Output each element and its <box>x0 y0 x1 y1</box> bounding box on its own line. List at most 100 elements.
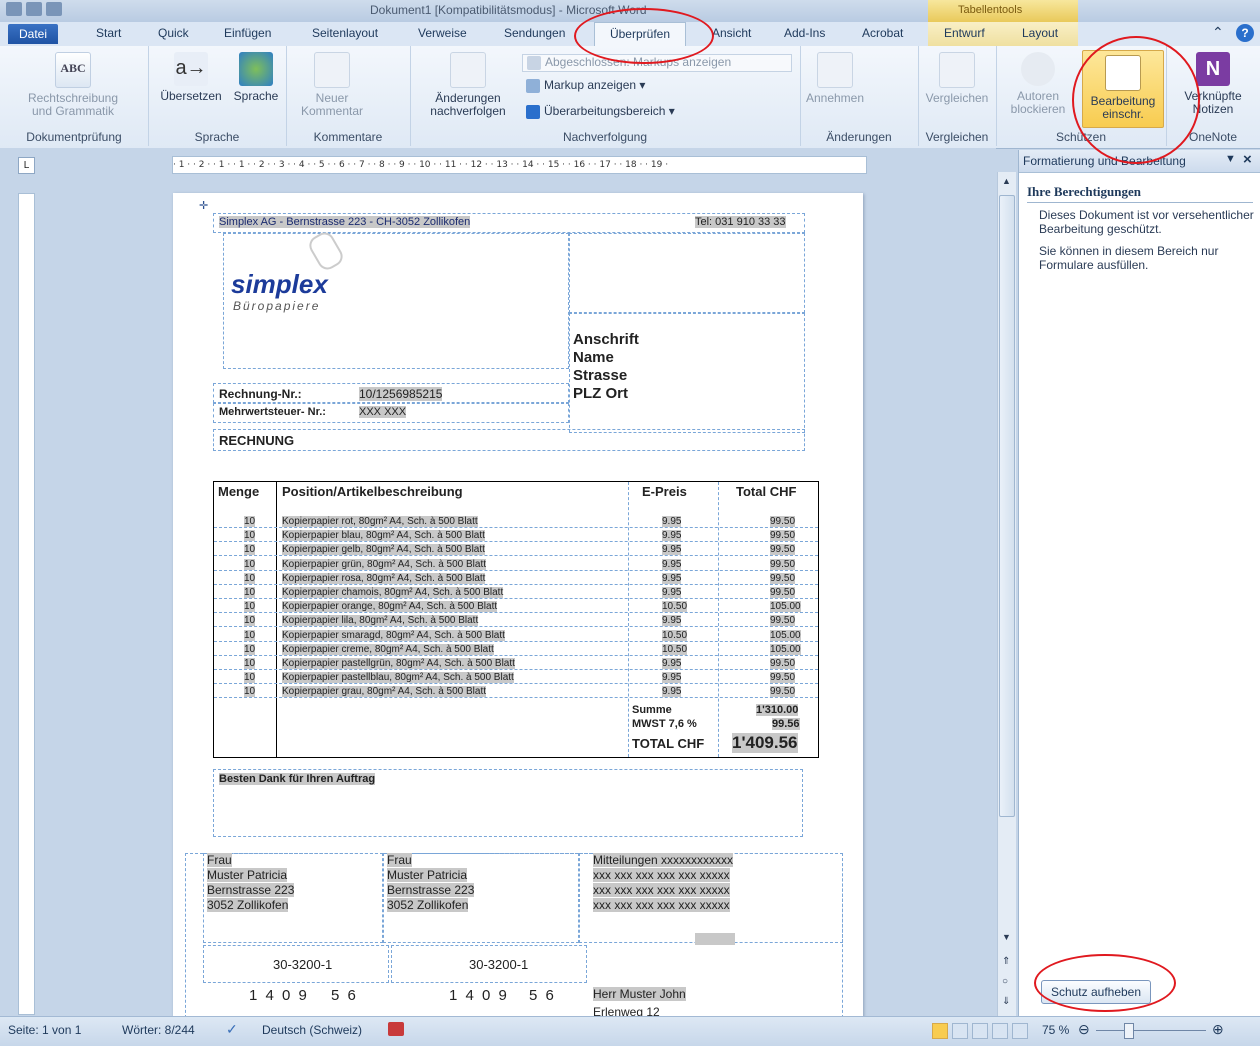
item-unit-price[interactable]: 9.95 <box>662 615 682 627</box>
tab-datei[interactable]: Datei <box>8 24 58 44</box>
slip-right-3[interactable]: xxx xxx xxx xxx xxx xxxxx <box>593 883 730 897</box>
item-description[interactable]: Kopierpapier blau, 80gm² A4, Sch. à 500 … <box>282 530 485 542</box>
item-description[interactable]: Kopierpapier orange, 80gm² A4, Sch. à 50… <box>282 601 498 613</box>
item-description[interactable]: Kopierpapier rosa, 80gm² A4, Sch. à 500 … <box>282 572 486 584</box>
slip-right-2[interactable]: xxx xxx xxx xxx xxx xxxxx <box>593 868 730 882</box>
track-changes-button[interactable]: Änderungen nachverfolgen <box>416 52 520 118</box>
tab-acrobat[interactable]: Acrobat <box>862 26 903 40</box>
tab-start[interactable]: Start <box>96 26 121 40</box>
zoom-slider[interactable] <box>1096 1030 1206 1031</box>
item-quantity[interactable]: 10 <box>244 672 256 684</box>
item-quantity[interactable]: 10 <box>244 629 256 641</box>
address-line-2[interactable]: Name <box>573 349 614 366</box>
item-total[interactable]: 105.00 <box>770 643 801 655</box>
item-unit-price[interactable]: 9.95 <box>662 672 682 684</box>
item-quantity[interactable]: 10 <box>244 530 256 542</box>
item-description[interactable]: Kopierpapier grau, 80gm² A4, Sch. à 500 … <box>282 686 487 698</box>
table-move-handle-icon[interactable]: ✛ <box>199 199 208 212</box>
slip-shaded-field[interactable] <box>695 933 735 945</box>
tab-layout[interactable]: Layout <box>1022 26 1058 40</box>
address-line-1[interactable]: Anschrift <box>573 331 639 349</box>
outline-icon[interactable] <box>992 1023 1008 1039</box>
item-unit-price[interactable]: 9.95 <box>662 516 682 527</box>
amount-cents-left[interactable]: 5 6 <box>331 987 358 1004</box>
scroll-down-icon[interactable]: ▼ <box>1002 932 1011 942</box>
show-markup-button[interactable]: Markup anzeigen ▾ <box>526 78 645 93</box>
item-total[interactable]: 99.50 <box>770 615 796 627</box>
web-layout-icon[interactable] <box>972 1023 988 1039</box>
item-description[interactable]: Kopierpapier chamois, 80gm² A4, Sch. à 5… <box>282 587 504 598</box>
thanks-text[interactable]: Besten Dank für Ihren Auftrag <box>219 773 376 785</box>
item-quantity[interactable]: 10 <box>244 544 256 556</box>
item-unit-price[interactable]: 10.50 <box>662 601 688 613</box>
zoom-in-icon[interactable]: ⊕ <box>1212 1021 1224 1038</box>
item-quantity[interactable]: 10 <box>244 658 256 669</box>
item-total[interactable]: 105.00 <box>770 601 801 613</box>
browse-object-icon[interactable]: ○ <box>1002 976 1008 987</box>
sum-value[interactable]: 1'310.00 <box>756 704 799 716</box>
vertical-ruler[interactable] <box>18 193 35 1015</box>
item-description[interactable]: Kopierpapier smaragd, 80gm² A4, Sch. à 5… <box>282 629 505 641</box>
item-quantity[interactable]: 10 <box>244 516 256 527</box>
item-total[interactable]: 99.50 <box>770 530 796 542</box>
tab-sendungen[interactable]: Sendungen <box>504 26 565 40</box>
review-pane-button[interactable]: Überarbeitungsbereich ▾ <box>526 104 675 119</box>
pane-close-icon[interactable]: × <box>1243 151 1252 168</box>
language-button[interactable]: Sprache <box>228 52 284 103</box>
word-icon[interactable] <box>6 2 22 16</box>
item-description[interactable]: Kopierpapier rot, 80gm² A4, Sch. à 500 B… <box>282 516 478 527</box>
item-unit-price[interactable]: 9.95 <box>662 572 682 584</box>
item-unit-price[interactable]: 10.50 <box>662 629 688 641</box>
item-total[interactable]: 105.00 <box>770 629 801 641</box>
slip-left-2[interactable]: Muster Patricia <box>207 868 288 882</box>
horizontal-ruler[interactable]: · 1 · · 2 · · 1 · · 1 · · 2 · · 3 · · 4 … <box>172 156 867 174</box>
item-unit-price[interactable]: 9.95 <box>662 686 682 698</box>
item-quantity[interactable]: 10 <box>244 601 256 613</box>
slip-left-3[interactable]: Bernstrasse 223 <box>207 883 295 897</box>
item-unit-price[interactable]: 9.95 <box>662 587 682 598</box>
macro-record-icon[interactable] <box>388 1022 404 1036</box>
invoice-number-field[interactable]: 10/1256985215 <box>359 387 443 401</box>
next-page-icon[interactable]: ⇓ <box>1002 996 1010 1007</box>
item-unit-price[interactable]: 9.95 <box>662 658 682 669</box>
item-description[interactable]: Kopierpapier pastellgrün, 80gm² A4, Sch.… <box>282 658 515 669</box>
amount-digits-left[interactable]: 1 4 0 9 <box>249 987 309 1004</box>
scroll-up-icon[interactable]: ▲ <box>1002 176 1011 186</box>
vat-number-field[interactable]: XXX XXX <box>359 406 407 418</box>
item-quantity[interactable]: 10 <box>244 643 256 655</box>
item-total[interactable]: 99.50 <box>770 516 796 527</box>
zoom-slider-thumb[interactable] <box>1124 1023 1134 1039</box>
translate-button[interactable]: a→ Übersetzen <box>158 52 224 103</box>
undo-icon[interactable] <box>46 2 62 16</box>
item-total[interactable]: 99.50 <box>770 572 796 584</box>
item-total[interactable]: 99.50 <box>770 558 796 570</box>
page-indicator[interactable]: Seite: 1 von 1 <box>8 1023 81 1037</box>
item-total[interactable]: 99.50 <box>770 672 796 684</box>
tab-add-ins[interactable]: Add-Ins <box>784 26 825 40</box>
zoom-level[interactable]: 75 % <box>1042 1023 1069 1037</box>
accept-button[interactable]: Annehmen <box>802 52 868 105</box>
total-value[interactable]: 1'409.56 <box>732 733 798 753</box>
address-line-4[interactable]: PLZ Ort <box>573 385 628 402</box>
tab-quick[interactable]: Quick <box>158 26 189 40</box>
word-count[interactable]: Wörter: 8/244 <box>122 1023 195 1037</box>
item-description[interactable]: Kopierpapier lila, 80gm² A4, Sch. à 500 … <box>282 615 479 627</box>
tab-entwurf[interactable]: Entwurf <box>944 26 985 40</box>
slip-right-1[interactable]: Mitteilungen xxxxxxxxxxxx <box>593 853 734 867</box>
address-line-3[interactable]: Strasse <box>573 367 627 384</box>
print-layout-icon[interactable] <box>932 1023 948 1039</box>
pane-menu-icon[interactable]: ▼ <box>1225 153 1236 165</box>
slip-left-1[interactable]: Frau <box>207 853 232 867</box>
tab-selector[interactable]: L <box>18 157 35 174</box>
slip-mid-1[interactable]: Frau <box>387 853 412 867</box>
tab-einfuegen[interactable]: Einfügen <box>224 26 271 40</box>
amount-digits-mid[interactable]: 1 4 0 9 <box>449 987 509 1004</box>
item-unit-price[interactable]: 9.95 <box>662 558 682 570</box>
slip-mid-3[interactable]: Bernstrasse 223 <box>387 883 475 897</box>
item-description[interactable]: Kopierpapier creme, 80gm² A4, Sch. à 500… <box>282 643 494 655</box>
proofing-icon[interactable]: ✓ <box>226 1021 238 1038</box>
slip-right-4[interactable]: xxx xxx xxx xxx xxx xxxxx <box>593 898 730 912</box>
save-icon[interactable] <box>26 2 42 16</box>
item-unit-price[interactable]: 9.95 <box>662 544 682 556</box>
recipient-name[interactable]: Herr Muster John <box>593 987 686 1001</box>
